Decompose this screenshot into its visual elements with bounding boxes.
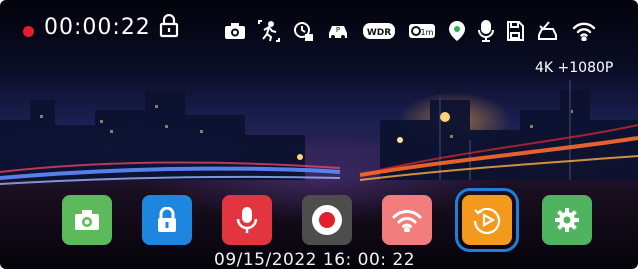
loop-recording-icon: 1m — [408, 21, 436, 41]
wifi-icon — [572, 21, 596, 41]
record-icon — [312, 205, 342, 235]
app-menu — [62, 188, 592, 252]
lock-button[interactable] — [142, 195, 192, 245]
storage-icon — [506, 21, 524, 41]
microphone-icon — [478, 20, 494, 42]
timelapse-icon — [292, 20, 314, 42]
settings-icon — [555, 208, 579, 232]
vehicle-check-icon — [536, 21, 560, 41]
wdr-icon: WDR — [362, 22, 396, 40]
svg-text:WDR: WDR — [367, 28, 391, 38]
settings-button[interactable] — [542, 195, 592, 245]
city-background — [0, 80, 638, 185]
wifi-button[interactable] — [382, 195, 432, 245]
date-time-stamp: 09/15/2022 16: 00: 22 — [214, 250, 416, 269]
lock-icon — [159, 13, 179, 43]
gps-icon — [448, 20, 466, 42]
wifi-icon — [392, 210, 422, 232]
recording-timer: 00:00:22 — [44, 15, 151, 40]
svg-text:1m: 1m — [421, 28, 434, 37]
microphone-button[interactable] — [222, 195, 272, 245]
camera-button[interactable] — [62, 195, 112, 245]
playback-icon — [473, 207, 501, 235]
lock-icon — [158, 207, 176, 232]
dashcam-screen: 00:00:22 P WDR 1m 4K +1080P 09/15/2022 1… — [0, 0, 638, 269]
playback-button[interactable] — [455, 188, 519, 252]
svg-text:P: P — [336, 26, 340, 34]
motion-detect-icon — [258, 20, 280, 42]
status-icons: P WDR 1m — [224, 16, 596, 46]
recording-dot-icon — [23, 26, 34, 37]
camera-icon — [75, 210, 99, 230]
camera-icon — [224, 22, 246, 40]
parking-mode-icon: P — [326, 21, 350, 41]
resolution-label: 4K +1080P — [535, 60, 614, 76]
status-bar: 00:00:22 P WDR 1m 4K +1080P — [0, 0, 638, 76]
record-button[interactable] — [302, 195, 352, 245]
microphone-icon — [236, 207, 258, 233]
